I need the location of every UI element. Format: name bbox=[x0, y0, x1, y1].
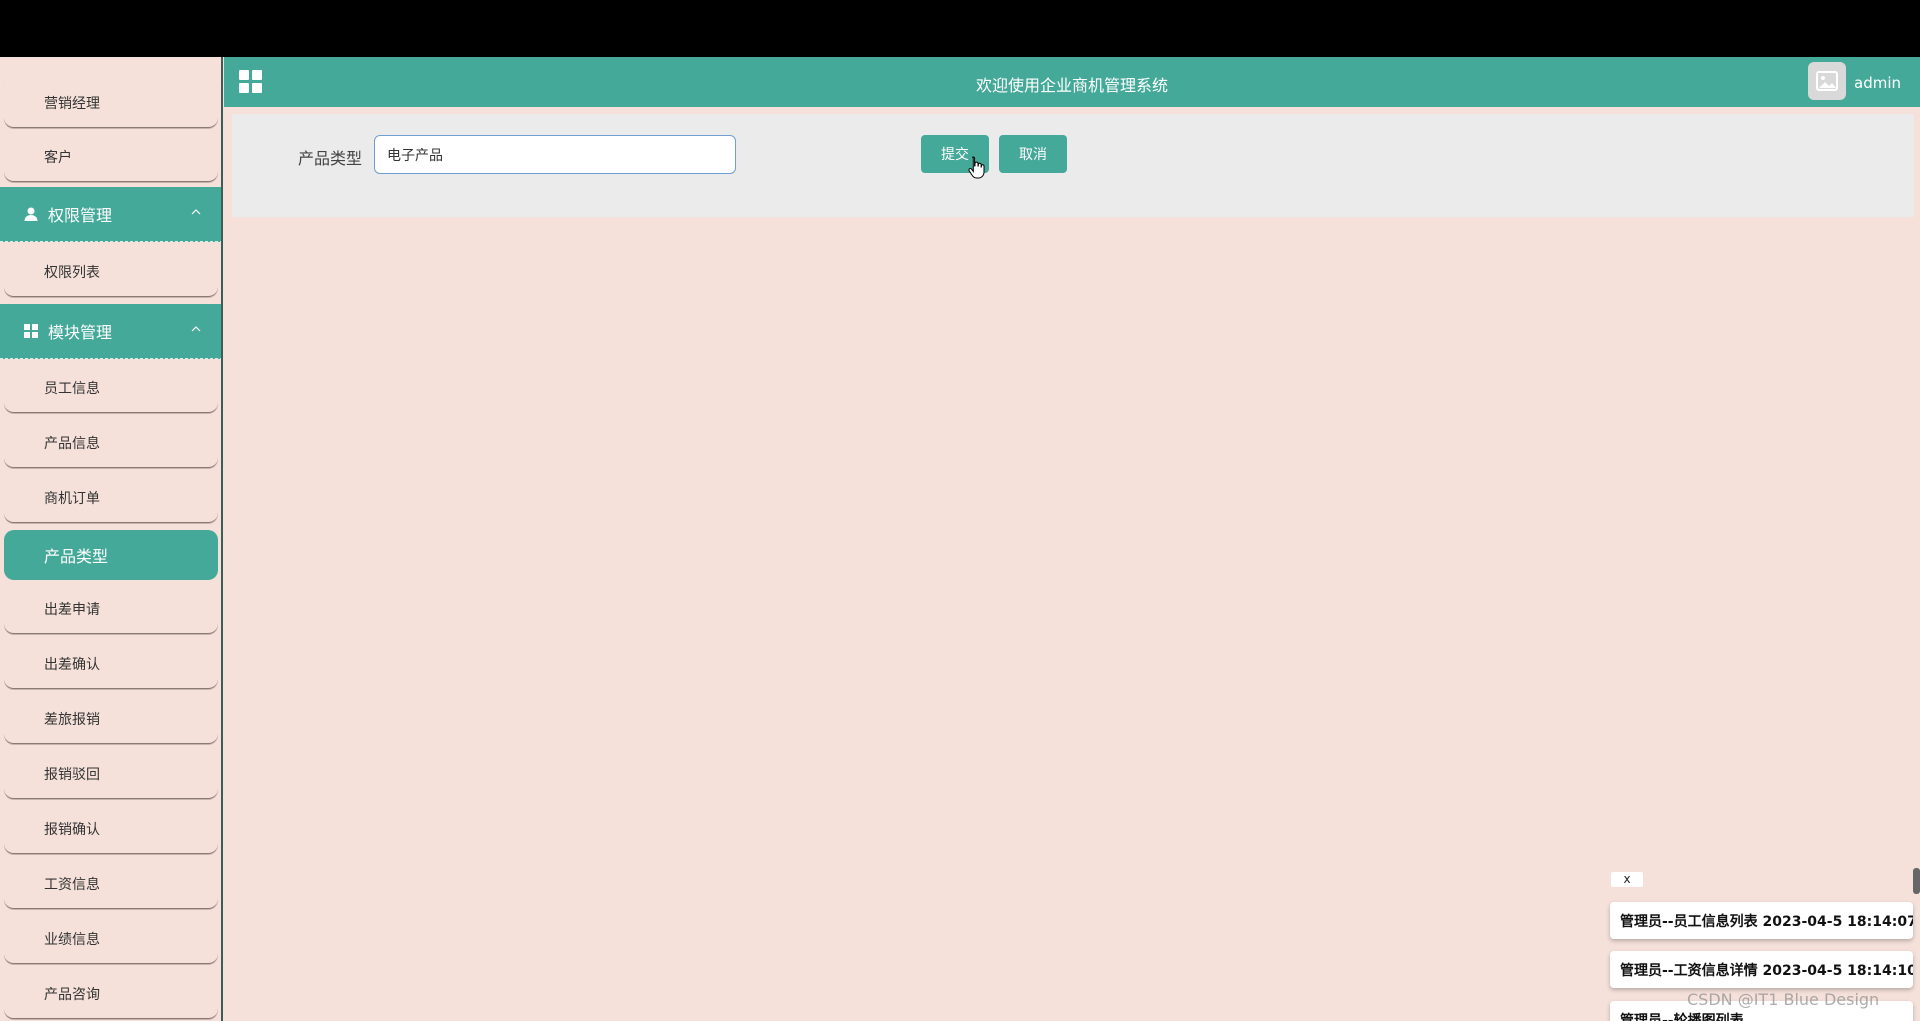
username[interactable]: admin bbox=[1854, 74, 1901, 92]
sidebar: 营销经理 客户 权限管理 权限列表 模块管理 员工信息 产品信息 商机订单 产品… bbox=[0, 57, 223, 1021]
scrollbar-thumb[interactable] bbox=[1913, 868, 1920, 894]
watermark: CSDN @IT1 Blue Design bbox=[1687, 990, 1880, 1009]
sidebar-item-travel-confirm[interactable]: 出差确认 bbox=[4, 639, 218, 689]
sidebar-item-travel-reimbursement[interactable]: 差旅报销 bbox=[4, 694, 218, 744]
sidebar-item-product-info[interactable]: 产品信息 bbox=[4, 418, 218, 468]
product-type-label: 产品类型 bbox=[298, 149, 363, 168]
browser-top-bar bbox=[0, 0, 1920, 57]
user-icon bbox=[22, 205, 40, 223]
sidebar-group-permission[interactable]: 权限管理 bbox=[0, 187, 221, 242]
notification-close-button[interactable]: x bbox=[1611, 872, 1643, 887]
sidebar-item-travel-request[interactable]: 出差申请 bbox=[4, 584, 218, 634]
sidebar-item-label: 商机订单 bbox=[44, 490, 100, 507]
sidebar-item-business-orders[interactable]: 商机订单 bbox=[4, 473, 218, 523]
sidebar-item-product-type[interactable]: 产品类型 bbox=[4, 530, 218, 580]
sidebar-item-label: 出差确认 bbox=[44, 656, 100, 673]
hand-cursor-icon bbox=[968, 155, 986, 181]
product-type-input[interactable] bbox=[374, 135, 736, 174]
chevron-up-icon bbox=[191, 324, 201, 334]
sidebar-item-label: 报销确认 bbox=[44, 821, 100, 838]
sidebar-group-label: 模块管理 bbox=[48, 323, 113, 342]
sidebar-item-label: 出差申请 bbox=[44, 601, 100, 618]
sidebar-item-label: 报销驳回 bbox=[44, 766, 100, 783]
cancel-button[interactable]: 取消 bbox=[999, 135, 1067, 173]
sidebar-item-label: 差旅报销 bbox=[44, 711, 100, 728]
sidebar-item-customer[interactable]: 客户 bbox=[4, 132, 218, 182]
image-icon bbox=[1816, 71, 1838, 91]
sidebar-item-label: 权限列表 bbox=[44, 264, 100, 281]
sidebar-item-label: 产品咨询 bbox=[44, 986, 100, 1003]
sidebar-item-label: 工资信息 bbox=[44, 876, 100, 893]
sidebar-item-reimbursement-rejected[interactable]: 报销驳回 bbox=[4, 749, 218, 799]
sidebar-item-product-inquiry[interactable]: 产品咨询 bbox=[4, 969, 218, 1019]
sidebar-item-label: 产品信息 bbox=[44, 435, 100, 452]
avatar[interactable] bbox=[1808, 62, 1846, 100]
sidebar-item-label: 营销经理 bbox=[44, 95, 100, 112]
sidebar-item-salary-info[interactable]: 工资信息 bbox=[4, 859, 218, 909]
header-bar: 欢迎使用企业商机管理系统 admin bbox=[224, 57, 1920, 107]
sidebar-item-marketing-manager[interactable]: 营销经理 bbox=[4, 78, 218, 128]
sidebar-item-label: 业绩信息 bbox=[44, 931, 100, 948]
notification-item[interactable]: 管理员--工资信息详情 2023-04-5 18:14:10 bbox=[1610, 951, 1913, 988]
sidebar-item-reimbursement-confirm[interactable]: 报销确认 bbox=[4, 804, 218, 854]
sidebar-item-permission-list[interactable]: 权限列表 bbox=[4, 247, 218, 297]
sidebar-item-label: 员工信息 bbox=[44, 380, 100, 397]
form-panel: 产品类型 提交 取消 bbox=[232, 114, 1914, 217]
notification-item[interactable]: 管理员--员工信息列表 2023-04-5 18:14:07 bbox=[1610, 902, 1913, 939]
sidebar-item-performance-info[interactable]: 业绩信息 bbox=[4, 914, 218, 964]
sidebar-group-module[interactable]: 模块管理 bbox=[0, 304, 221, 359]
chevron-up-icon bbox=[191, 207, 201, 217]
sidebar-item-employee-info[interactable]: 员工信息 bbox=[4, 363, 218, 413]
grid-icon bbox=[22, 322, 40, 340]
sidebar-item-label: 产品类型 bbox=[44, 547, 109, 566]
sidebar-item-label: 客户 bbox=[44, 149, 72, 166]
page-title: 欢迎使用企业商机管理系统 bbox=[975, 76, 1168, 95]
sidebar-group-label: 权限管理 bbox=[48, 206, 113, 225]
